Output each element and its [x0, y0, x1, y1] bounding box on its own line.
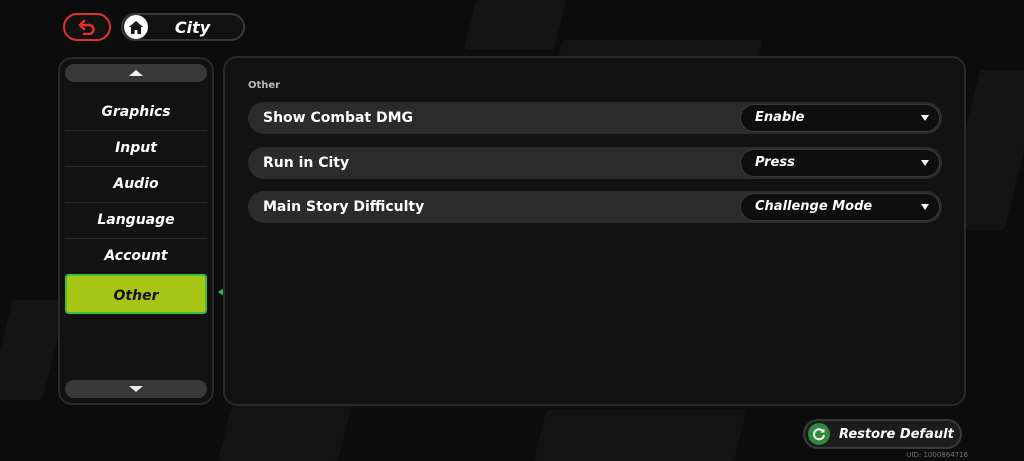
sidebar-item-input[interactable]: Input: [65, 131, 207, 167]
breadcrumb-label: City: [174, 17, 211, 37]
section-title: Other: [248, 80, 281, 91]
home-icon: [124, 15, 148, 39]
settings-menu: Graphics Input Audio Language Account Ot…: [65, 95, 207, 314]
setting-dropdown-run-in-city[interactable]: Press: [740, 149, 940, 177]
setting-dropdown-main-story-difficulty[interactable]: Challenge Mode: [740, 193, 940, 221]
back-button[interactable]: [63, 13, 111, 41]
sidebar-item-account[interactable]: Account: [65, 239, 207, 275]
dropdown-caret-icon: [921, 115, 929, 121]
restore-default-label: Restore Default: [839, 426, 954, 442]
setting-row-run-in-city: Run in City Press: [248, 147, 942, 179]
sidebar-item-other[interactable]: Other: [65, 274, 207, 314]
sidebar-item-audio[interactable]: Audio: [65, 167, 207, 203]
breadcrumb: City: [121, 13, 245, 41]
refresh-icon: [808, 423, 830, 445]
dropdown-value: Enable: [755, 110, 805, 125]
sidebar-item-language[interactable]: Language: [65, 203, 207, 239]
setting-row-show-combat-dmg: Show Combat DMG Enable: [248, 102, 942, 134]
restore-default-button[interactable]: Restore Default: [803, 419, 962, 449]
scroll-down-button[interactable]: [65, 380, 207, 398]
dropdown-caret-icon: [921, 204, 929, 210]
settings-sidebar: Graphics Input Audio Language Account Ot…: [58, 57, 214, 405]
uid-text: UID: 1000864716: [906, 451, 968, 459]
dropdown-value: Press: [755, 155, 795, 170]
setting-label: Show Combat DMG: [263, 110, 414, 126]
chevron-up-icon: [129, 70, 143, 76]
back-arrow-icon: [78, 19, 95, 35]
chevron-down-icon: [129, 386, 143, 392]
setting-dropdown-show-combat-dmg[interactable]: Enable: [740, 104, 940, 132]
scroll-up-button[interactable]: [65, 64, 207, 82]
dropdown-value: Challenge Mode: [755, 199, 873, 214]
sidebar-item-graphics[interactable]: Graphics: [65, 95, 207, 131]
setting-label: Main Story Difficulty: [263, 199, 425, 215]
dropdown-caret-icon: [921, 160, 929, 166]
setting-row-main-story-difficulty: Main Story Difficulty Challenge Mode: [248, 191, 942, 223]
setting-label: Run in City: [263, 155, 350, 171]
